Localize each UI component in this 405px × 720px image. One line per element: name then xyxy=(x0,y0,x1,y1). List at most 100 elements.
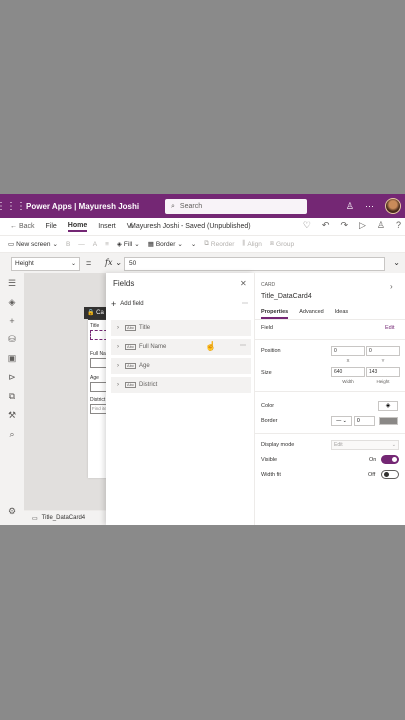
menu-insert[interactable]: Insert xyxy=(98,223,116,230)
divider xyxy=(255,433,405,434)
back-button[interactable]: ← Back xyxy=(10,223,35,230)
more-icon[interactable]: ⋯ xyxy=(240,342,246,349)
border-width-input[interactable]: 0 xyxy=(354,416,375,426)
field-label: Age xyxy=(139,363,150,369)
fx-icon[interactable]: fx ⌄ xyxy=(105,258,122,267)
screen-tag: 🔒 Ca xyxy=(84,307,106,319)
field-row-age[interactable]: › Abc Age xyxy=(111,358,251,374)
power-automate-icon[interactable]: ⊳ xyxy=(8,372,16,383)
position-label: Position xyxy=(261,348,281,354)
font-color-icon[interactable]: A xyxy=(93,241,97,248)
close-icon[interactable]: ✕ xyxy=(240,279,247,288)
chevron-right-icon: › xyxy=(117,363,119,369)
width-fit-state: Off xyxy=(368,472,376,478)
group-label: Group xyxy=(276,240,295,248)
field-row-full-name[interactable]: › Abc Full Name ⋯ xyxy=(111,339,251,355)
visible-toggle[interactable] xyxy=(381,455,399,464)
expand-toolbar-icon[interactable]: ⌄ xyxy=(191,240,196,248)
visible-label: Visible xyxy=(261,457,278,463)
border-label: Border xyxy=(155,240,176,248)
save-status: Mayuresh Joshi - Saved (Unpublished) xyxy=(130,223,251,230)
advanced-tools-icon[interactable]: ⚒ xyxy=(8,410,16,421)
search-box[interactable]: ⌕ Search xyxy=(165,199,307,214)
border-color-picker[interactable] xyxy=(379,417,398,425)
formula-input[interactable]: 50 xyxy=(124,257,385,271)
chevron-down-icon: ⌄ xyxy=(177,241,183,248)
toggle-knob xyxy=(384,472,389,477)
toolbar: ▭ New screen ⌄ B — A ≡ ◈ Fill ⌄ ▦ Border… xyxy=(0,236,405,253)
toggle-knob xyxy=(392,457,397,462)
tab-advanced[interactable]: Advanced xyxy=(299,309,323,319)
find-items-text: Find ite xyxy=(92,406,107,411)
chevron-down-icon: ⌄ xyxy=(391,442,396,448)
search-placeholder: Search xyxy=(179,203,203,210)
field-row-title[interactable]: › Abc Title xyxy=(111,320,251,336)
chevron-right-icon: › xyxy=(117,344,119,350)
menu-file[interactable]: File xyxy=(46,223,57,230)
height-label: Height xyxy=(376,379,390,384)
avatar[interactable] xyxy=(385,198,401,214)
chevron-down-icon[interactable]: ⌄ xyxy=(393,258,400,267)
settings-icon[interactable]: ⚙ xyxy=(8,506,16,517)
more-icon[interactable]: ⋯ xyxy=(365,201,374,212)
property-dropdown[interactable]: Height ⌄ xyxy=(11,257,80,271)
titlebar-actions: ♙ ⋯ xyxy=(346,194,405,218)
reorder-label: Reorder xyxy=(210,240,235,248)
tab-properties[interactable]: Properties xyxy=(261,309,289,319)
title-bar: ⋮⋮⋮ Power Apps | Mayuresh Joshi ⌕ Search… xyxy=(0,194,405,218)
field-row-district[interactable]: › Abc District xyxy=(111,377,251,393)
more-icon[interactable]: ⋯ xyxy=(242,300,248,307)
menu-icon[interactable]: ☰ xyxy=(8,278,16,289)
control-name[interactable]: Title_DataCard4 xyxy=(261,293,312,300)
environment-icon[interactable]: ♙ xyxy=(346,201,354,212)
new-screen-button[interactable]: ▭ New screen ⌄ xyxy=(8,240,58,249)
undo-icon[interactable]: ↶ xyxy=(322,220,330,231)
divider xyxy=(255,339,405,340)
visible-state: On xyxy=(369,457,377,463)
chevron-right-icon[interactable]: › xyxy=(390,282,393,291)
chevron-down-icon: ⌄ xyxy=(52,241,58,248)
border-style-dropdown[interactable]: — ⌄ xyxy=(331,416,352,426)
tab-ideas[interactable]: Ideas xyxy=(335,309,348,319)
fill-color-picker[interactable]: ◈ xyxy=(378,401,398,411)
position-x-input[interactable]: 0 xyxy=(331,346,365,356)
align-text-icon[interactable]: ≡ xyxy=(105,241,109,248)
paint-bucket-icon: ◈ xyxy=(385,403,391,409)
menu-home[interactable]: Home xyxy=(67,222,88,232)
share-icon[interactable]: ♙ xyxy=(377,220,385,231)
media-icon[interactable]: ▣ xyxy=(8,353,17,364)
position-y-input[interactable]: 0 xyxy=(366,346,400,356)
display-mode-dropdown[interactable]: Edit ⌄ xyxy=(331,440,399,450)
border-button[interactable]: ▦ Border ⌄ xyxy=(148,240,183,249)
chevron-down-icon: ⌄ xyxy=(134,241,140,248)
search-icon[interactable]: ⌕ xyxy=(9,429,14,440)
property-value: Height xyxy=(15,260,34,267)
play-icon[interactable]: ▷ xyxy=(359,220,366,231)
fields-pane: Fields ✕ + Add field ⋯ › Abc Title › Abc… xyxy=(106,273,254,525)
width-input[interactable]: 640 xyxy=(331,367,365,377)
bold-icon[interactable]: B xyxy=(66,241,70,248)
strikethrough-icon[interactable]: — xyxy=(78,241,85,248)
form-label-title: Title xyxy=(90,323,100,329)
insert-icon[interactable]: + xyxy=(9,316,14,326)
selected-control-name[interactable]: Title_DataCard4 xyxy=(42,515,85,521)
height-input[interactable]: 143 xyxy=(366,367,400,377)
plus-icon: + xyxy=(111,299,117,309)
help-icon[interactable]: ? xyxy=(396,220,401,231)
variables-icon[interactable]: ⧉ xyxy=(9,391,15,402)
width-fit-toggle[interactable] xyxy=(381,470,399,479)
control-type: CARD xyxy=(261,282,276,288)
redo-icon[interactable]: ↷ xyxy=(340,220,348,231)
menu-bar: ← Back File Home Insert Vi Mayuresh Josh… xyxy=(0,218,405,236)
group-button[interactable]: ⧈ Group xyxy=(270,240,294,248)
align-button[interactable]: ⫼ Align xyxy=(242,240,261,248)
app-launcher-icon[interactable]: ⋮⋮⋮ xyxy=(0,194,26,218)
add-field-button[interactable]: + Add field xyxy=(111,299,144,309)
app-checker-icon[interactable]: ♡ xyxy=(303,220,311,231)
app-title: Power Apps | Mayuresh Joshi xyxy=(26,201,140,211)
data-icon[interactable]: ⛁ xyxy=(8,334,16,345)
reorder-button[interactable]: ⧉ Reorder xyxy=(204,240,234,248)
edit-fields-link[interactable]: Edit xyxy=(385,325,394,331)
fill-button[interactable]: ◈ Fill ⌄ xyxy=(117,240,140,249)
tree-view-icon[interactable]: ◈ xyxy=(9,297,16,308)
